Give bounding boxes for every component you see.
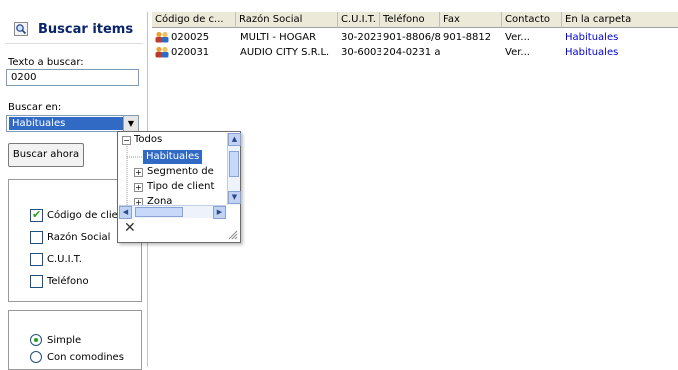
column-header-cuit[interactable]: C.U.I.T. — [338, 12, 380, 28]
title-divider — [5, 43, 143, 44]
cell-contact[interactable]: Ver... — [505, 46, 561, 59]
cell-business-name[interactable]: MULTI - HOGAR — [240, 31, 340, 44]
checkbox-client-code[interactable]: ✔ — [30, 208, 43, 222]
panel-title: Buscar items — [38, 22, 134, 37]
scroll-thumb[interactable] — [135, 207, 183, 217]
expand-icon[interactable]: + — [134, 198, 143, 205]
checkbox-phone-label: Teléfono — [47, 276, 89, 287]
search-in-label: Buscar en: — [8, 102, 62, 113]
cell-folder[interactable]: Habituales — [565, 31, 675, 44]
cell-fax[interactable] — [443, 46, 503, 59]
checkbox-cuit[interactable] — [30, 253, 43, 266]
tree-node[interactable]: Zona — [147, 195, 172, 205]
scroll-thumb[interactable] — [229, 151, 239, 177]
tree-node-selected[interactable]: Habituales — [143, 150, 203, 164]
chevron-down-icon[interactable]: ▼ — [123, 116, 138, 131]
search-text-label: Texto a buscar: — [8, 57, 84, 68]
close-icon[interactable]: ✕ — [124, 221, 136, 235]
cell-cuit[interactable]: 30-6003 — [341, 46, 381, 59]
checkbox-phone[interactable] — [30, 275, 43, 288]
checkbox-business-name-label: Razón Social — [47, 232, 111, 243]
search-in-selected-value: Habituales — [9, 117, 123, 130]
cell-code[interactable]: 020031 — [171, 46, 237, 59]
cell-business-name[interactable]: AUDIO CITY S.R.L. — [240, 46, 340, 59]
checkmark-icon: ✔ — [32, 208, 42, 221]
column-header-business-name[interactable]: Razón Social — [236, 12, 338, 28]
checkbox-cuit-label: C.U.I.T. — [47, 254, 82, 265]
radio-dot — [34, 338, 38, 342]
column-header-phone[interactable]: Teléfono — [380, 12, 440, 28]
radio-simple-label: Simple — [47, 335, 82, 346]
scroll-down-icon[interactable]: ▼ — [228, 191, 241, 204]
radio-wildcards-label: Con comodines — [47, 352, 124, 363]
radio-wildcards[interactable] — [30, 351, 42, 363]
cell-code[interactable]: 020025 — [171, 31, 237, 44]
tree-node-root[interactable]: Todos — [134, 133, 162, 147]
radio-simple[interactable] — [30, 334, 42, 346]
tree-node[interactable]: Tipo de client — [147, 180, 214, 194]
folder-tree: − Todos Habituales + Segmento de + Tipo … — [119, 133, 226, 205]
results-header: Código de c... Razón Social C.U.I.T. Tel… — [152, 12, 678, 28]
cell-phone[interactable]: 901-8806/88 — [383, 31, 441, 44]
search-icon — [14, 22, 28, 36]
collapse-icon[interactable]: − — [122, 136, 131, 145]
expand-icon[interactable]: + — [134, 183, 143, 192]
tree-node[interactable]: Segmento de — [147, 165, 214, 179]
cell-fax[interactable]: 901-8812 — [443, 31, 503, 44]
column-header-contact[interactable]: Contacto — [502, 12, 562, 28]
search-text-input[interactable]: 0200 — [6, 69, 139, 86]
column-header-fax[interactable]: Fax — [440, 12, 502, 28]
resize-grip-icon[interactable] — [228, 230, 238, 240]
column-header-code[interactable]: Código de c... — [152, 12, 236, 28]
scroll-left-icon[interactable]: ◀ — [119, 206, 132, 219]
cell-folder[interactable]: Habituales — [565, 46, 675, 59]
folder-tree-popup: − Todos Habituales + Segmento de + Tipo … — [117, 131, 241, 243]
search-in-combo[interactable]: Habituales ▼ — [6, 115, 139, 132]
cell-phone[interactable]: 204-0231 al — [383, 46, 441, 59]
cell-cuit[interactable]: 30-2023 — [341, 31, 381, 44]
client-icon — [155, 46, 169, 58]
column-header-folder[interactable]: En la carpeta — [562, 12, 678, 28]
scroll-right-icon[interactable]: ▶ — [213, 206, 226, 219]
scroll-up-icon[interactable]: ▲ — [228, 133, 241, 146]
tree-vertical-scrollbar[interactable]: ▲ ▼ — [227, 133, 241, 205]
checkbox-business-name[interactable] — [30, 231, 43, 244]
client-icon — [155, 31, 169, 43]
expand-icon[interactable]: + — [134, 168, 143, 177]
search-now-button[interactable]: Buscar ahora — [8, 143, 84, 167]
tree-horizontal-scrollbar[interactable]: ◀ ▶ — [119, 205, 226, 219]
cell-contact[interactable]: Ver... — [505, 31, 561, 44]
